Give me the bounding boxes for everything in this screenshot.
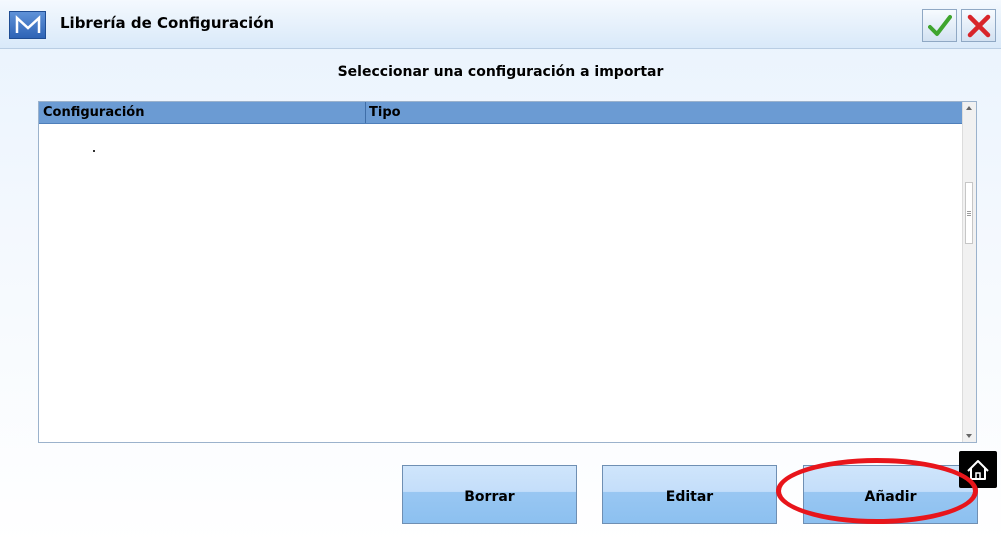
add-button-label: Añadir <box>864 489 917 505</box>
app-logo <box>9 11 46 39</box>
column-header-configuration[interactable]: Configuración <box>43 105 144 120</box>
delete-button[interactable]: Borrar <box>402 465 577 524</box>
home-button[interactable] <box>959 451 997 488</box>
page-heading: Seleccionar una configuración a importar <box>337 64 664 80</box>
vertical-scrollbar[interactable] <box>962 102 976 442</box>
empty-list-marker <box>93 150 95 152</box>
cancel-button[interactable] <box>961 9 996 42</box>
edit-button-label: Editar <box>665 489 714 505</box>
scrollbar-thumb[interactable] <box>965 182 973 244</box>
grip-line <box>967 213 971 214</box>
delete-button-label: Borrar <box>464 489 515 505</box>
configuration-table[interactable]: Configuración Tipo <box>38 101 977 443</box>
grip-line <box>967 215 971 216</box>
grip-line <box>967 211 971 212</box>
add-button[interactable]: Añadir <box>803 465 978 524</box>
table-header: Configuración Tipo <box>39 102 964 124</box>
title-bar: Librería de Configuración <box>0 0 1001 49</box>
column-header-type[interactable]: Tipo <box>369 105 401 120</box>
checkmark-icon <box>928 15 952 36</box>
window-title: Librería de Configuración <box>60 14 275 32</box>
home-icon <box>967 460 989 480</box>
confirm-button[interactable] <box>922 9 957 42</box>
column-divider <box>365 102 366 123</box>
edit-button[interactable]: Editar <box>602 465 777 524</box>
scroll-down-arrow-icon[interactable] <box>965 433 973 439</box>
scroll-up-arrow-icon[interactable] <box>965 105 973 111</box>
close-icon <box>967 14 991 38</box>
